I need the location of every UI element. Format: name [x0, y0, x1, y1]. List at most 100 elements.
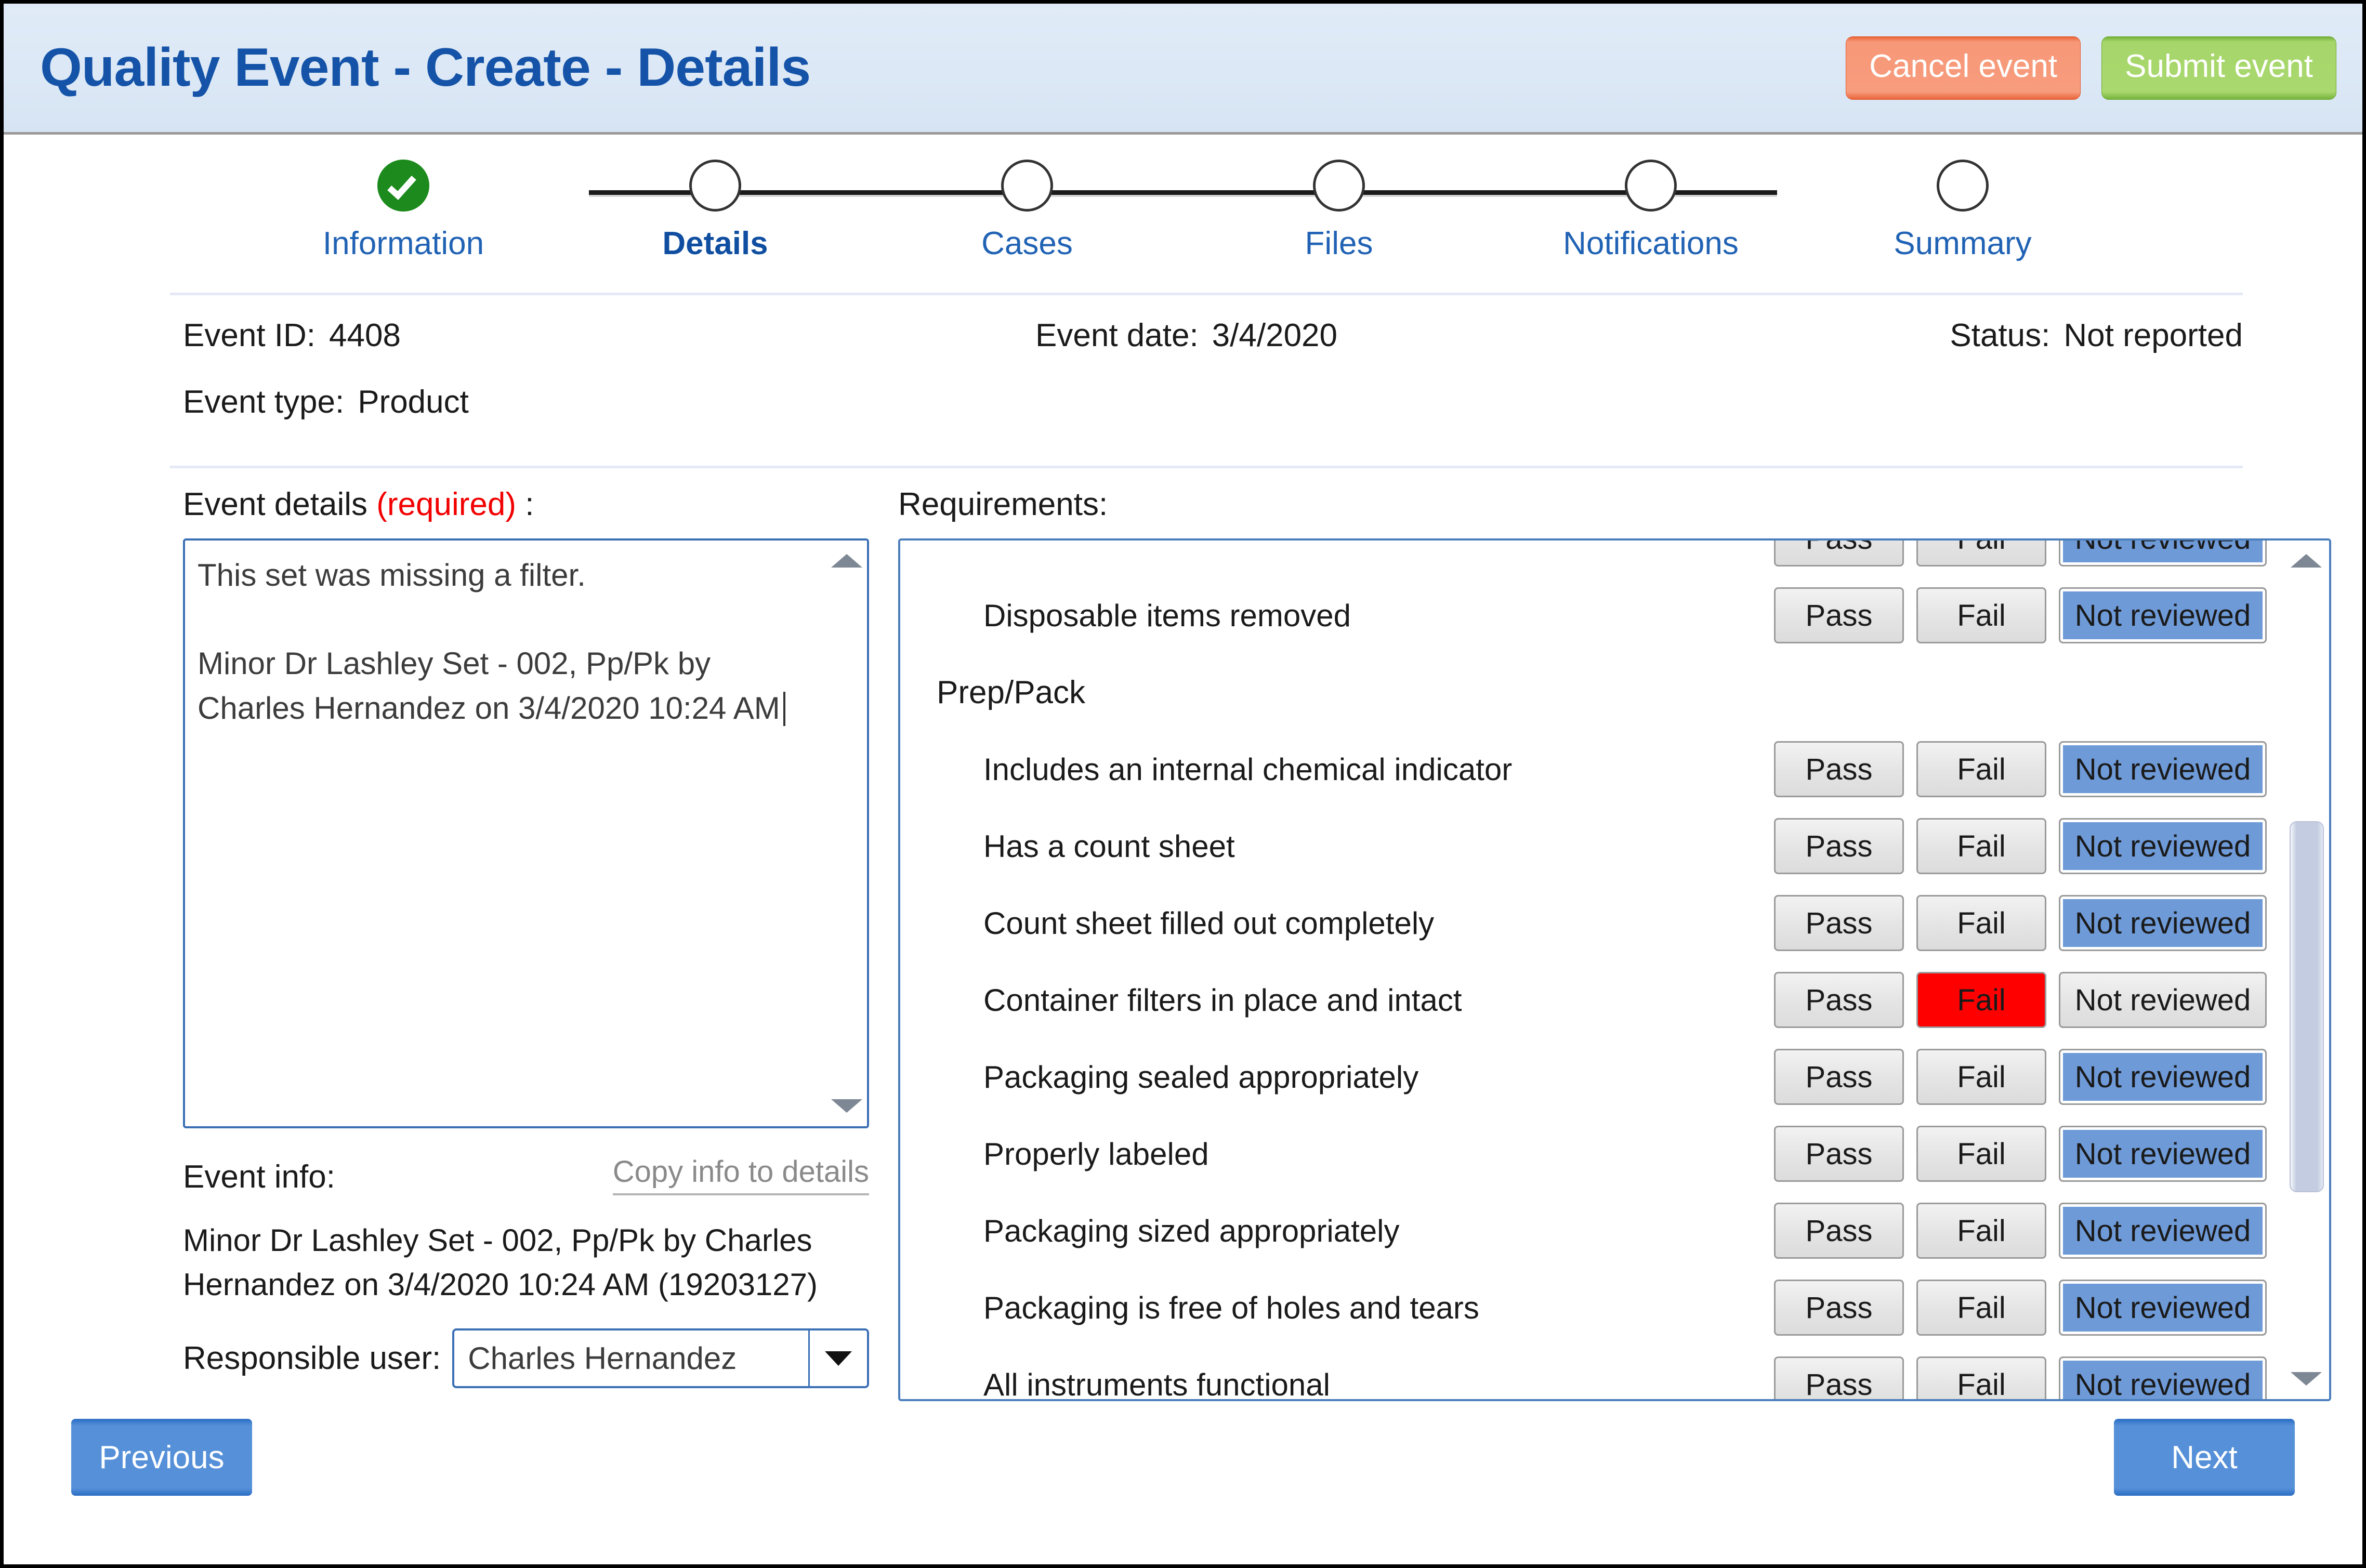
step-circle-icon	[689, 160, 741, 212]
requirements-column: Requirements: Pass Fail Not reviewed Dispos…	[898, 486, 2331, 1401]
stepper-step-details[interactable]: Details	[559, 160, 871, 279]
event-details-label-suffix: :	[516, 486, 534, 522]
requirement-status-buttons: Pass Fail Not reviewed	[1774, 1280, 2267, 1336]
requirement-name: Container filters in place and intact	[983, 982, 1462, 1018]
requirement-pass-button[interactable]: Pass	[1774, 972, 1904, 1028]
requirement-pass-button[interactable]: Pass	[1774, 1126, 1904, 1182]
requirement-status-buttons: Pass Fail Not reviewed	[1774, 1049, 2267, 1105]
responsible-user-value: Charles Hernandez	[468, 1341, 737, 1376]
requirement-name: Properly labeled	[983, 1136, 1209, 1171]
requirement-not-reviewed-button[interactable]: Not reviewed	[2059, 1049, 2267, 1105]
requirement-status-buttons: Pass Fail Not reviewed	[1774, 1203, 2267, 1259]
event-info-text: Minor Dr Lashley Set - 002, Pp/Pk by Cha…	[183, 1223, 818, 1302]
requirement-name: Disposable items removed	[983, 598, 1351, 633]
stepper-step-files[interactable]: Files	[1183, 160, 1495, 279]
stepper-step-label: Cases	[981, 226, 1073, 261]
stepper-step-summary[interactable]: Summary	[1807, 160, 2119, 279]
requirement-pass-button[interactable]: Pass	[1774, 1356, 1904, 1399]
requirement-pass-button[interactable]: Pass	[1774, 818, 1904, 874]
requirements-scroll-down-arrow-icon[interactable]	[2291, 1372, 2322, 1386]
requirement-pass-button[interactable]: Pass	[1774, 741, 1904, 797]
event-details-scrollbar[interactable]	[826, 541, 867, 1126]
previous-button[interactable]: Previous	[71, 1419, 252, 1496]
requirement-pass-button[interactable]: Pass	[1774, 1203, 1904, 1259]
requirement-name: Packaging sized appropriately	[983, 1213, 1400, 1248]
requirements-list: Pass Fail Not reviewed Disposable items rem…	[900, 541, 2329, 1401]
requirement-row: Packaging sealed appropriately Pass Fail No…	[900, 1038, 2329, 1115]
event-meta-row-2: Event type: Product	[183, 384, 2243, 450]
required-marker: (required)	[376, 486, 516, 522]
scroll-up-arrow-icon[interactable]	[831, 554, 862, 568]
requirement-pass-button[interactable]: Pass	[1774, 1280, 1904, 1336]
requirement-name: Packaging sealed appropriately	[983, 1059, 1419, 1095]
header-actions: Cancel event Submit event	[1846, 36, 2347, 100]
requirement-fail-button[interactable]: Fail	[1916, 741, 2046, 797]
requirement-name: All instruments functional	[983, 1367, 1330, 1401]
requirement-not-reviewed-button[interactable]: Not reviewed	[2059, 1126, 2267, 1182]
requirement-group-name: Prep/Pack	[937, 674, 1086, 710]
requirement-row: Includes an internal chemical indicator P…	[900, 731, 2329, 808]
requirements-scrollbar-thumb[interactable]	[2290, 821, 2324, 1192]
requirement-fail-button[interactable]: Fail	[1916, 1049, 2046, 1105]
requirement-fail-button[interactable]: Fail	[1916, 895, 2046, 951]
requirement-not-reviewed-button[interactable]: Not reviewed	[2059, 1280, 2267, 1336]
requirement-not-reviewed-button[interactable]: Not reviewed	[2059, 972, 2267, 1028]
event-details-text: This set was missing a filter. Minor Dr …	[198, 553, 820, 730]
requirement-row: Has a count sheet Pass Fail Not reviewed	[900, 808, 2329, 885]
requirement-not-reviewed-button[interactable]: Not reviewed	[2059, 541, 2267, 566]
event-type-field: Event type: Product	[183, 384, 469, 420]
cancel-event-button[interactable]: Cancel event	[1846, 36, 2081, 100]
requirement-group-row: Prep/Pack	[900, 654, 2329, 731]
requirement-fail-button[interactable]: Fail	[1916, 587, 2046, 643]
event-id-value: 4408	[329, 318, 401, 353]
requirement-status-buttons: Pass Fail Not reviewed	[1774, 972, 2267, 1028]
event-details-label-text: Event details	[183, 486, 377, 522]
stepper-step-cases[interactable]: Cases	[871, 160, 1183, 279]
requirements-label: Requirements:	[898, 486, 1108, 522]
scroll-down-arrow-icon[interactable]	[831, 1099, 862, 1113]
requirement-fail-button[interactable]: Fail	[1916, 1356, 2046, 1399]
requirement-status-buttons: Pass Fail Not reviewed	[1774, 1356, 2267, 1399]
responsible-user-dropdown-button[interactable]	[808, 1330, 867, 1387]
requirements-scrollbar[interactable]	[2283, 541, 2329, 1399]
requirement-not-reviewed-button[interactable]: Not reviewed	[2059, 587, 2267, 643]
requirement-status-buttons: Pass Fail Not reviewed	[1774, 1126, 2267, 1182]
requirement-not-reviewed-button[interactable]: Not reviewed	[2059, 1203, 2267, 1259]
requirement-fail-button[interactable]: Fail	[1916, 972, 2046, 1028]
copy-info-to-details-link[interactable]: Copy info to details	[612, 1154, 869, 1195]
requirement-row: Count sheet filled out completely Pass Fai…	[900, 885, 2329, 961]
requirement-status-buttons: Pass Fail Not reviewed	[1774, 741, 2267, 797]
requirement-fail-button[interactable]: Fail	[1916, 1126, 2046, 1182]
responsible-user-select[interactable]: Charles Hernandez	[452, 1328, 869, 1389]
requirement-fail-button[interactable]: Fail	[1916, 1203, 2046, 1259]
requirement-row: Disposable items removed Pass Fail Not revi…	[900, 577, 2329, 654]
event-type-label: Event type:	[183, 384, 345, 420]
requirement-not-reviewed-button[interactable]: Not reviewed	[2059, 741, 2267, 797]
requirement-fail-button[interactable]: Fail	[1916, 541, 2046, 566]
stepper-step-notifications[interactable]: Notifications	[1495, 160, 1807, 279]
requirement-fail-button[interactable]: Fail	[1916, 1280, 2046, 1336]
next-button[interactable]: Next	[2114, 1419, 2295, 1496]
requirements-scroll-up-arrow-icon[interactable]	[2291, 554, 2322, 568]
event-date-label: Event date:	[1035, 318, 1199, 353]
event-details-label: Event details (required) :	[183, 486, 869, 523]
requirement-row: Container filters in place and intact Pas…	[900, 961, 2329, 1038]
requirement-pass-button[interactable]: Pass	[1774, 541, 1904, 566]
requirement-pass-button[interactable]: Pass	[1774, 1049, 1904, 1105]
requirement-not-reviewed-button[interactable]: Not reviewed	[2059, 818, 2267, 874]
stepper-step-information[interactable]: Information	[247, 160, 559, 279]
text-caret	[783, 691, 785, 726]
requirement-pass-button[interactable]: Pass	[1774, 895, 1904, 951]
main-content: Event details (required) : This set was …	[4, 468, 2362, 1401]
event-details-textarea[interactable]: This set was missing a filter. Minor Dr …	[183, 538, 869, 1128]
requirement-not-reviewed-button[interactable]: Not reviewed	[2059, 1356, 2267, 1399]
submit-event-button[interactable]: Submit event	[2101, 36, 2336, 100]
event-info-header: Event info: Copy info to details	[183, 1154, 869, 1195]
requirement-fail-button[interactable]: Fail	[1916, 818, 2046, 874]
stepper-step-label: Summary	[1894, 226, 2032, 261]
requirement-pass-button[interactable]: Pass	[1774, 587, 1904, 643]
requirement-not-reviewed-button[interactable]: Not reviewed	[2059, 895, 2267, 951]
quality-event-window: Quality Event - Create - Details Cancel …	[0, 0, 2366, 1568]
event-status-field: Status: Not reported	[1950, 317, 2243, 354]
details-column: Event details (required) : This set was …	[183, 486, 869, 1401]
